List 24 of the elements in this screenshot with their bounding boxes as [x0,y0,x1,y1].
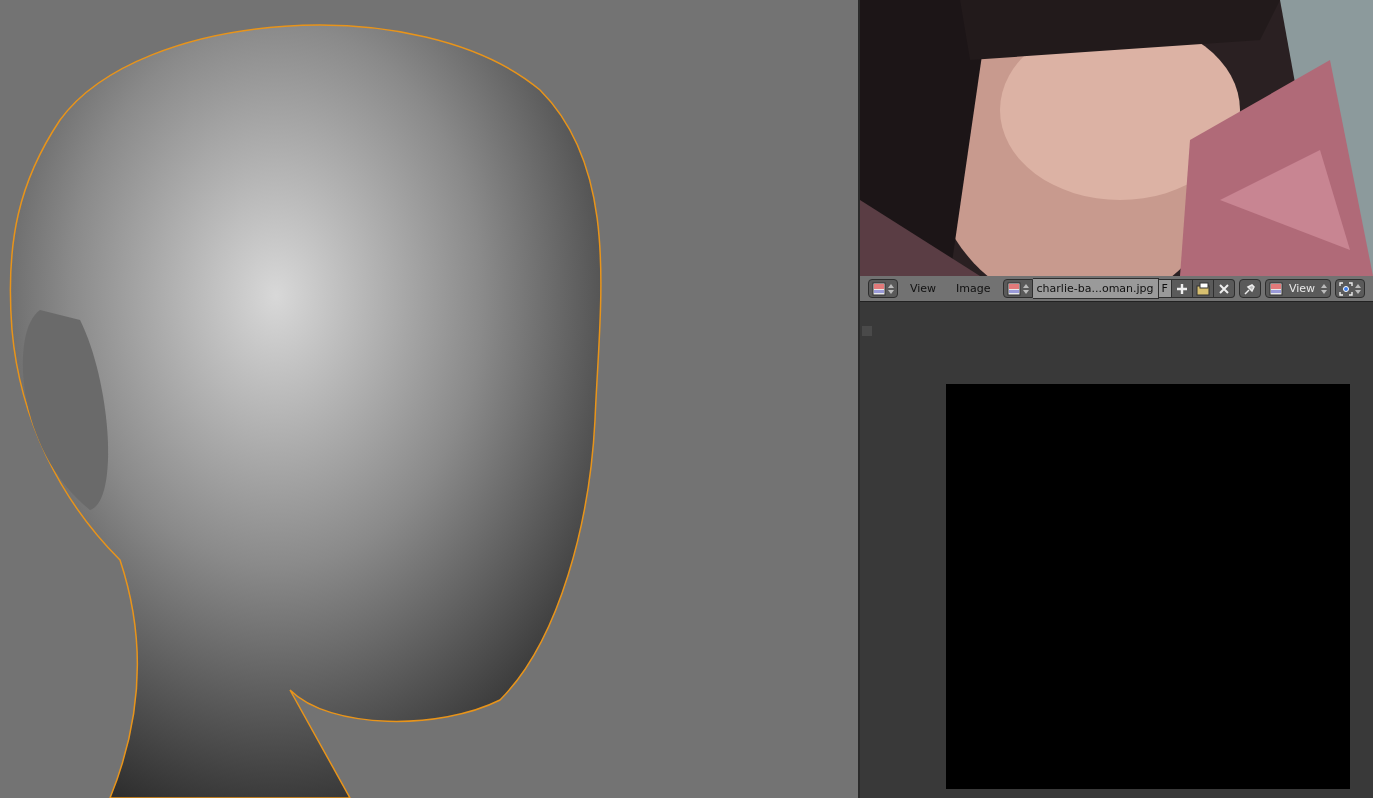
image-icon [1268,281,1283,296]
pin-icon [1242,281,1257,296]
unlink-button[interactable] [1213,279,1235,298]
browse-image-button[interactable] [1002,279,1033,298]
view-mode-button[interactable]: View [1264,279,1332,298]
pivot-icon [1339,281,1354,296]
updown-arrows-icon [1321,282,1328,295]
image-icon [1006,281,1021,296]
menu-item[interactable]: Image [948,282,999,295]
pin-button[interactable] [1238,279,1261,298]
image-name-field[interactable]: charlie-ba...oman.jpg [1032,278,1159,299]
editor-type-button[interactable] [868,279,898,298]
image-icon [872,281,886,296]
updown-arrows-icon [888,282,894,295]
updown-arrows-icon [1022,282,1029,295]
image-selector[interactable]: charlie-ba...oman.jpg F [1002,278,1235,299]
new-image-button[interactable] [1171,279,1193,298]
folder-icon [1195,281,1210,296]
close-icon [1216,281,1231,296]
updown-arrows-icon [1355,282,1362,295]
pivot-button[interactable] [1335,279,1366,298]
menu-item[interactable]: View [902,282,945,295]
open-image-button[interactable] [1192,279,1214,298]
plus-icon [1174,281,1189,296]
